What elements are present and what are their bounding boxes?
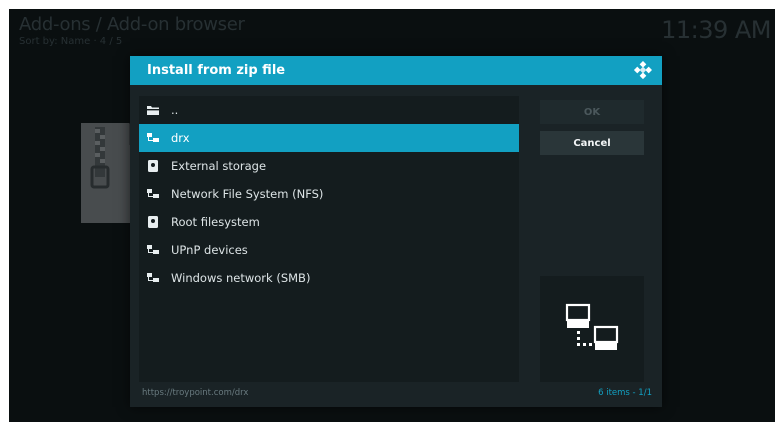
network-icon — [147, 244, 159, 256]
file-source-list: .. drx External storage Network File Sys… — [139, 96, 519, 382]
list-item-root-filesystem[interactable]: Root filesystem — [139, 208, 519, 236]
list-item-external-storage[interactable]: External storage — [139, 152, 519, 180]
install-from-zip-dialog: Install from zip file .. drx External st… — [130, 56, 662, 407]
list-item-label: External storage — [171, 159, 267, 173]
selected-item-preview — [540, 276, 644, 382]
ok-button[interactable]: OK — [540, 100, 644, 124]
network-icon — [565, 303, 619, 350]
list-item-windows-network[interactable]: Windows network (SMB) — [139, 264, 519, 292]
list-item-label: UPnP devices — [171, 243, 248, 257]
list-item-label: .. — [171, 103, 179, 117]
drive-icon — [147, 216, 159, 228]
drive-icon — [147, 160, 159, 172]
cancel-button[interactable]: Cancel — [540, 131, 644, 155]
list-item-upnp-devices[interactable]: UPnP devices — [139, 236, 519, 264]
dialog-title: Install from zip file — [147, 63, 286, 78]
folder-icon — [147, 104, 159, 116]
network-icon — [147, 272, 159, 284]
list-item-drx[interactable]: drx — [139, 124, 519, 152]
list-item-label: drx — [171, 131, 190, 145]
footer-item-count: 6 items - 1/1 — [598, 388, 652, 398]
footer-path: https://troypoint.com/drx — [142, 388, 249, 398]
network-icon — [147, 188, 159, 200]
list-item-label: Windows network (SMB) — [171, 271, 311, 285]
kodi-screen: Add-ons / Add-on browser Sort by: Name ·… — [9, 9, 775, 422]
network-icon — [147, 132, 159, 144]
list-item-parent-folder[interactable]: .. — [139, 96, 519, 124]
list-item-nfs[interactable]: Network File System (NFS) — [139, 180, 519, 208]
kodi-logo-icon — [633, 61, 652, 80]
dialog-header: Install from zip file — [130, 56, 662, 85]
list-item-label: Root filesystem — [171, 215, 260, 229]
list-item-label: Network File System (NFS) — [171, 187, 324, 201]
